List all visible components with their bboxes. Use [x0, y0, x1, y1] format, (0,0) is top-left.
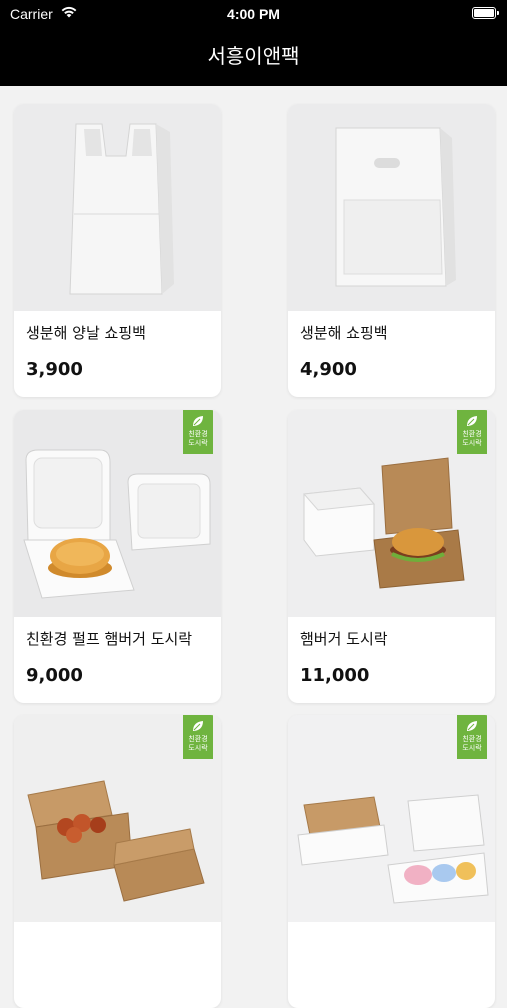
product-name: 생분해 쇼핑백 [300, 324, 388, 342]
product-image [14, 104, 221, 311]
product-price: 11,000 [300, 665, 370, 686]
product-image [288, 104, 495, 311]
status-bar: Carrier 4:00 PM [0, 0, 507, 28]
product-name: 햄버거 도시락 [300, 630, 388, 648]
product-card[interactable]: 생분해 양날 쇼핑백 3,900 [14, 104, 221, 397]
product-card[interactable]: 친환경 도시락 [14, 715, 221, 1008]
leaf-icon [467, 721, 477, 731]
product-image: 친환경 도시락 [14, 715, 221, 922]
product-name: 친환경 펄프 햄버거 도시락 [26, 630, 193, 648]
eco-badge: 친환경 도시락 [183, 410, 213, 454]
product-card[interactable]: 친환경 도시락 [288, 715, 495, 1008]
product-price: 3,900 [26, 359, 83, 380]
battery-icon [472, 7, 499, 19]
navigation-bar: Carrier 4:00 PM 서흥이앤팩 [0, 0, 507, 86]
product-image: 친환경 도시락 [288, 410, 495, 617]
product-image: 친환경 도시락 [14, 410, 221, 617]
leaf-icon [467, 416, 477, 426]
product-card[interactable]: 친환경 도시락 햄버거 도시락 11,000 [288, 410, 495, 703]
product-card[interactable]: 생분해 쇼핑백 4,900 [288, 104, 495, 397]
leaf-icon [193, 416, 203, 426]
leaf-icon [193, 721, 203, 731]
product-name: 생분해 양날 쇼핑백 [26, 324, 146, 342]
eco-badge: 친환경 도시락 [183, 715, 213, 759]
product-image: 친환경 도시락 [288, 715, 495, 922]
product-price: 4,900 [300, 359, 357, 380]
product-card[interactable]: 친환경 도시락 친환경 펄프 햄버거 도시락 9,000 [14, 410, 221, 703]
product-price: 9,000 [26, 665, 83, 686]
page-title: 서흥이앤팩 [207, 44, 300, 68]
eco-badge: 친환경 도시락 [457, 410, 487, 454]
clock: 4:00 PM [227, 6, 280, 22]
eco-badge: 친환경 도시락 [457, 715, 487, 759]
